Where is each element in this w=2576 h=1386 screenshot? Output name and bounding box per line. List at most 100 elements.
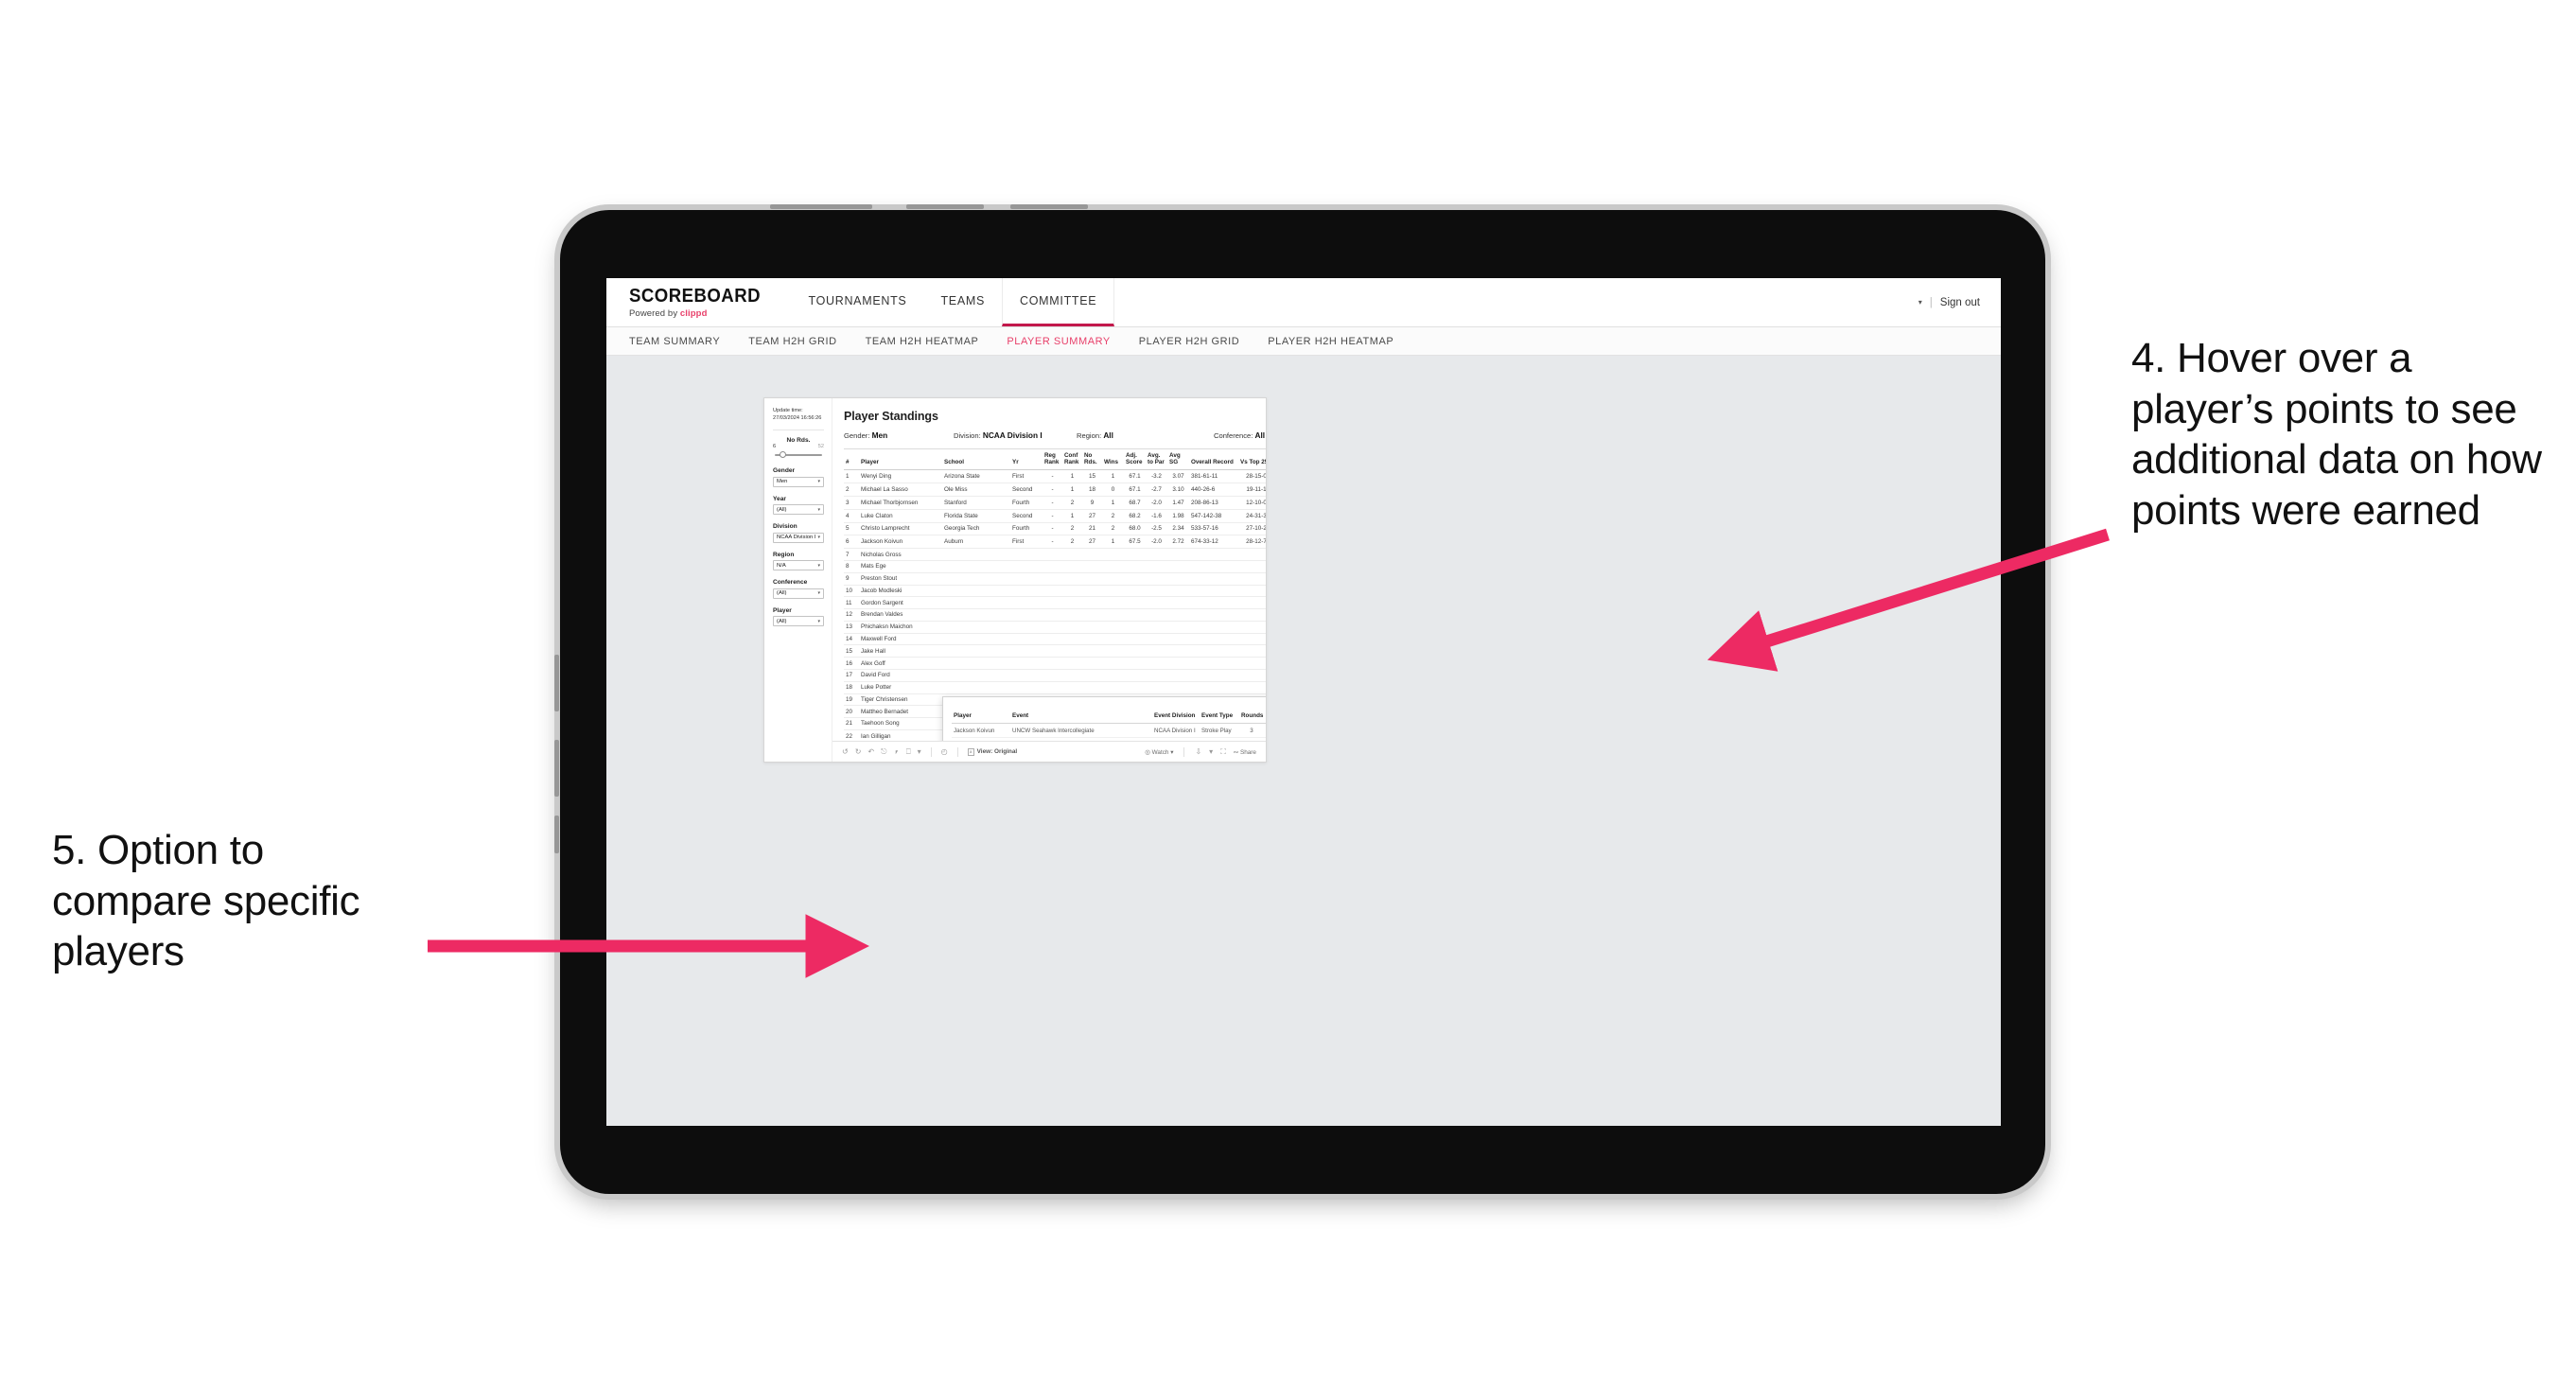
table-row[interactable]: 5 Christo Lamprecht Georgia Tech Fourth -2 21… — [844, 522, 1266, 536]
no-rounds-slider[interactable] — [773, 450, 824, 459]
cell-adj-score — [1124, 681, 1146, 694]
filter-conference-select[interactable]: (All) ▾ — [773, 588, 824, 599]
subnav-item-player-h2h-grid[interactable]: PLAYER H2H GRID — [1139, 336, 1239, 347]
nav-item-committee[interactable]: COMMITTEE — [1002, 278, 1115, 326]
view-original-button[interactable]: a View: Original — [967, 747, 1017, 756]
sub-nav: TEAM SUMMARY TEAM H2H GRID TEAM H2H HEAT… — [606, 327, 2001, 356]
nav-item-teams[interactable]: TEAMS — [923, 278, 1003, 326]
tt-col-status: Status — [1264, 704, 1266, 725]
cell-conf-rank: 1 — [1062, 482, 1082, 498]
table-row[interactable]: 12 Brendan Valdes — [844, 608, 1266, 622]
undo-icon[interactable]: ↺ — [842, 747, 849, 756]
table-row[interactable]: 3 Michael Thorbjornsen Stanford Fourth -2 9 1 6… — [844, 496, 1266, 510]
subnav-item-player-summary[interactable]: PLAYER SUMMARY — [1007, 336, 1110, 347]
table-row[interactable]: 15 Jake Hall — [844, 644, 1266, 658]
chevron-down-icon[interactable]: ▾ — [918, 747, 921, 756]
tt-cell-player: Jackson Koivun — [952, 723, 1010, 738]
col-school[interactable]: School — [942, 448, 1010, 471]
cell-yr: Fourth — [1010, 496, 1043, 510]
download-icon[interactable]: ⇩ — [1195, 747, 1201, 756]
filter-gender-value: Men — [777, 479, 788, 485]
tooltip-row: Tiger InvitationalNCAA Division IStroke … — [952, 737, 1266, 741]
table-row[interactable]: 11 Gordon Sargent — [844, 596, 1266, 610]
table-row[interactable]: 14 Maxwell Ford — [844, 633, 1266, 646]
cell-player: Jacob Modleski — [859, 585, 942, 598]
col-rank[interactable]: # — [844, 448, 859, 471]
table-row[interactable]: 8 Mats Ege — [844, 560, 1266, 573]
cell-overall-record — [1189, 657, 1238, 670]
brand-logo[interactable]: SCOREBOARD Powered by clippd — [606, 278, 791, 326]
cell-yr — [1010, 681, 1043, 694]
cell-reg-rank: - — [1043, 482, 1062, 498]
table-row[interactable]: 9 Preston Stout — [844, 572, 1266, 586]
cell-rank: 21 — [844, 717, 859, 730]
tt-cell-player — [952, 737, 1010, 741]
cell-conf-rank — [1062, 644, 1082, 658]
sign-out-link[interactable]: Sign out — [1940, 297, 1980, 308]
table-row[interactable]: 18 Luke Potter — [844, 681, 1266, 694]
col-reg-rank[interactable]: Reg Rank — [1043, 448, 1062, 471]
chevron-down-icon[interactable]: ▾ — [1209, 747, 1213, 756]
fullscreen-icon[interactable]: ⛶ — [1220, 747, 1226, 757]
watch-button[interactable]: ◎ Watch ▾ — [1145, 748, 1173, 756]
nav-label: TEAMS — [940, 294, 986, 307]
col-overall-record[interactable]: Overall Record — [1189, 448, 1238, 471]
table-row[interactable]: 16 Alex Goff — [844, 657, 1266, 670]
cell-reg-rank — [1043, 548, 1062, 561]
filter-year-label: Year — [773, 495, 786, 502]
table-row[interactable]: 4 Luke Claton Florida State Second -1 27 2 68.2… — [844, 509, 1266, 523]
redo-icon[interactable]: ↻ — [855, 747, 862, 756]
nav-item-tournaments[interactable]: TOURNAMENTS — [791, 278, 924, 326]
subnav-item-team-summary[interactable]: TEAM SUMMARY — [629, 336, 720, 347]
table-row[interactable]: 1 Wenyi Ding Arizona State First -1 15 1 67.1 -3… — [844, 469, 1266, 484]
subnav-item-player-h2h-heatmap[interactable]: PLAYER H2H HEATMAP — [1268, 336, 1393, 347]
export-icon[interactable]: ⎕ — [906, 747, 911, 757]
summary-division-value: NCAA Division I — [982, 430, 1043, 440]
cell-no-rds — [1082, 681, 1102, 694]
slider-handle[interactable] — [780, 451, 786, 459]
filter-year-select[interactable]: (All) ▾ — [773, 504, 824, 516]
pause-updates-icon[interactable]: ⎖ — [893, 747, 899, 757]
toolbar-divider-1 — [930, 746, 932, 757]
filter-player-select[interactable]: (All) ▾ — [773, 616, 824, 627]
col-conf-rank[interactable]: Conf Rank — [1062, 448, 1082, 471]
revert-icon[interactable]: ↶ — [867, 747, 874, 756]
share-button[interactable]: ∾ Share — [1234, 748, 1256, 756]
col-player[interactable]: Player — [859, 448, 942, 471]
cell-player: Maxwell Ford — [859, 633, 942, 646]
col-yr[interactable]: Yr — [1010, 448, 1043, 471]
cell-wins — [1102, 621, 1124, 634]
cell-conf-rank: 2 — [1062, 522, 1082, 536]
cell-player: Gordon Sargent — [859, 596, 942, 610]
table-row[interactable]: 7 Nicholas Gross — [844, 548, 1266, 561]
subnav-item-team-h2h-grid[interactable]: TEAM H2H GRID — [748, 336, 836, 347]
cell-wins: 1 — [1102, 469, 1124, 484]
table-row[interactable]: 10 Jacob Modleski — [844, 585, 1266, 598]
filter-division-select[interactable]: NCAA Division I ▾ — [773, 532, 824, 543]
table-row[interactable]: 6 Jackson Koivun Auburn First -2 27 1 67.5 -2.0 2… — [844, 535, 1266, 550]
refresh-icon[interactable]: ⎋ — [881, 747, 886, 757]
table-row[interactable]: 13 Phichaksn Maichon — [844, 621, 1266, 634]
filter-gender-select[interactable]: Men ▾ — [773, 476, 824, 487]
summary-region-label: Region: — [1077, 431, 1102, 440]
table-row[interactable]: 17 David Ford — [844, 669, 1266, 682]
col-avg-to-par[interactable]: Avg. to Par — [1146, 448, 1167, 471]
chevron-down-icon[interactable]: ▾ — [1919, 298, 1922, 307]
annotation-step-5: 5. Option to compare specific players — [52, 827, 360, 975]
cell-player: Christo Lamprecht — [859, 522, 942, 536]
cell-player: Ian Gilligan — [859, 729, 942, 741]
col-wins[interactable]: Wins — [1102, 448, 1124, 471]
cell-adj-score — [1124, 657, 1146, 670]
col-vs-top-25[interactable]: Vs Top 25 — [1238, 448, 1266, 471]
col-no-rds[interactable]: No Rds. — [1082, 448, 1102, 471]
subnav-item-team-h2h-heatmap[interactable]: TEAM H2H HEATMAP — [866, 336, 979, 347]
standings-table-wrap[interactable]: # Player School Yr Reg Rank Conf Rank No… — [832, 448, 1266, 741]
history-icon[interactable]: ◴ — [941, 747, 948, 756]
cell-overall-record — [1189, 608, 1238, 622]
col-adj-score[interactable]: Adj. Score — [1124, 448, 1146, 471]
cell-vs-top-25 — [1238, 633, 1266, 646]
cell-adj-score: 68.7 — [1124, 496, 1146, 510]
table-row[interactable]: 2 Michael La Sasso Ole Miss Second -1 18 0 67.1… — [844, 482, 1266, 498]
col-avg-sg[interactable]: Avg SG — [1167, 448, 1189, 471]
filter-region-select[interactable]: N/A ▾ — [773, 560, 824, 571]
